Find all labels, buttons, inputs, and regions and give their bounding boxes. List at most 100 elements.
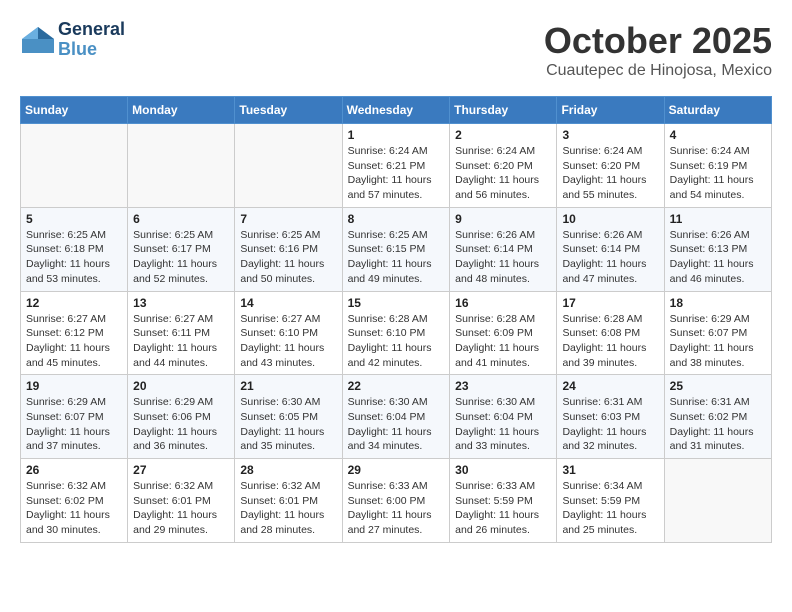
day-number: 31 — [562, 463, 658, 477]
calendar-week-1: 1 Sunrise: 6:24 AM Sunset: 6:21 PM Daylig… — [21, 124, 772, 208]
day-number: 8 — [348, 212, 445, 226]
day-number: 12 — [26, 296, 122, 310]
calendar-week-3: 12 Sunrise: 6:27 AM Sunset: 6:12 PM Dayli… — [21, 291, 772, 375]
day-number: 27 — [133, 463, 229, 477]
day-info: Sunrise: 6:25 AM Sunset: 6:15 PM Dayligh… — [348, 228, 445, 287]
calendar-week-5: 26 Sunrise: 6:32 AM Sunset: 6:02 PM Dayli… — [21, 459, 772, 543]
calendar-cell: 8 Sunrise: 6:25 AM Sunset: 6:15 PM Daylig… — [342, 207, 450, 291]
day-number: 29 — [348, 463, 445, 477]
day-info: Sunrise: 6:29 AM Sunset: 6:07 PM Dayligh… — [26, 395, 122, 454]
calendar-header-saturday: Saturday — [664, 97, 771, 124]
calendar-body: 1 Sunrise: 6:24 AM Sunset: 6:21 PM Daylig… — [21, 124, 772, 543]
calendar-cell: 15 Sunrise: 6:28 AM Sunset: 6:10 PM Dayli… — [342, 291, 450, 375]
calendar-cell: 27 Sunrise: 6:32 AM Sunset: 6:01 PM Dayli… — [128, 459, 235, 543]
day-number: 5 — [26, 212, 122, 226]
logo-text: General Blue — [58, 20, 125, 60]
day-number: 19 — [26, 379, 122, 393]
calendar-cell: 4 Sunrise: 6:24 AM Sunset: 6:19 PM Daylig… — [664, 124, 771, 208]
day-number: 18 — [670, 296, 766, 310]
calendar-cell: 21 Sunrise: 6:30 AM Sunset: 6:05 PM Dayli… — [235, 375, 342, 459]
day-info: Sunrise: 6:24 AM Sunset: 6:20 PM Dayligh… — [562, 144, 658, 203]
day-info: Sunrise: 6:32 AM Sunset: 6:02 PM Dayligh… — [26, 479, 122, 538]
day-number: 26 — [26, 463, 122, 477]
calendar-cell: 19 Sunrise: 6:29 AM Sunset: 6:07 PM Dayli… — [21, 375, 128, 459]
day-info: Sunrise: 6:29 AM Sunset: 6:07 PM Dayligh… — [670, 312, 766, 371]
calendar-cell: 18 Sunrise: 6:29 AM Sunset: 6:07 PM Dayli… — [664, 291, 771, 375]
calendar-cell: 11 Sunrise: 6:26 AM Sunset: 6:13 PM Dayli… — [664, 207, 771, 291]
calendar-cell: 22 Sunrise: 6:30 AM Sunset: 6:04 PM Dayli… — [342, 375, 450, 459]
day-number: 6 — [133, 212, 229, 226]
day-number: 4 — [670, 128, 766, 142]
day-info: Sunrise: 6:26 AM Sunset: 6:13 PM Dayligh… — [670, 228, 766, 287]
day-number: 20 — [133, 379, 229, 393]
day-info: Sunrise: 6:32 AM Sunset: 6:01 PM Dayligh… — [240, 479, 336, 538]
month-title: October 2025 — [544, 20, 772, 62]
calendar-cell: 1 Sunrise: 6:24 AM Sunset: 6:21 PM Daylig… — [342, 124, 450, 208]
day-info: Sunrise: 6:24 AM Sunset: 6:21 PM Dayligh… — [348, 144, 445, 203]
day-info: Sunrise: 6:27 AM Sunset: 6:11 PM Dayligh… — [133, 312, 229, 371]
calendar-header-tuesday: Tuesday — [235, 97, 342, 124]
day-number: 23 — [455, 379, 551, 393]
calendar-cell: 16Sunrise: 6:28 AM Sunset: 6:09 PM Dayli… — [450, 291, 557, 375]
day-info: Sunrise: 6:33 AM Sunset: 5:59 PM Dayligh… — [455, 479, 551, 538]
day-info: Sunrise: 6:30 AM Sunset: 6:05 PM Dayligh… — [240, 395, 336, 454]
calendar-cell: 3 Sunrise: 6:24 AM Sunset: 6:20 PM Daylig… — [557, 124, 664, 208]
day-number: 13 — [133, 296, 229, 310]
day-number: 21 — [240, 379, 336, 393]
calendar-cell: 5 Sunrise: 6:25 AM Sunset: 6:18 PM Daylig… — [21, 207, 128, 291]
day-number: 28 — [240, 463, 336, 477]
day-number: 25 — [670, 379, 766, 393]
day-number: 16 — [455, 296, 551, 310]
day-number: 11 — [670, 212, 766, 226]
day-info: Sunrise: 6:30 AM Sunset: 6:04 PM Dayligh… — [348, 395, 445, 454]
day-info: Sunrise: 6:34 AM Sunset: 5:59 PM Dayligh… — [562, 479, 658, 538]
day-number: 17 — [562, 296, 658, 310]
logo-icon — [20, 25, 56, 55]
day-info: Sunrise: 6:28 AM Sunset: 6:10 PM Dayligh… — [348, 312, 445, 371]
day-number: 15 — [348, 296, 445, 310]
calendar-cell — [235, 124, 342, 208]
calendar-header-wednesday: Wednesday — [342, 97, 450, 124]
calendar: SundayMondayTuesdayWednesdayThursdayFrid… — [20, 96, 772, 543]
calendar-cell: 25 Sunrise: 6:31 AM Sunset: 6:02 PM Dayli… — [664, 375, 771, 459]
calendar-cell: 7Sunrise: 6:25 AM Sunset: 6:16 PM Daylig… — [235, 207, 342, 291]
day-number: 1 — [348, 128, 445, 142]
day-info: Sunrise: 6:32 AM Sunset: 6:01 PM Dayligh… — [133, 479, 229, 538]
day-number: 9 — [455, 212, 551, 226]
day-info: Sunrise: 6:29 AM Sunset: 6:06 PM Dayligh… — [133, 395, 229, 454]
day-info: Sunrise: 6:33 AM Sunset: 6:00 PM Dayligh… — [348, 479, 445, 538]
calendar-cell: 26 Sunrise: 6:32 AM Sunset: 6:02 PM Dayli… — [21, 459, 128, 543]
day-info: Sunrise: 6:27 AM Sunset: 6:10 PM Dayligh… — [240, 312, 336, 371]
day-info: Sunrise: 6:25 AM Sunset: 6:18 PM Dayligh… — [26, 228, 122, 287]
day-info: Sunrise: 6:27 AM Sunset: 6:12 PM Dayligh… — [26, 312, 122, 371]
calendar-cell: 2 Sunrise: 6:24 AM Sunset: 6:20 PM Daylig… — [450, 124, 557, 208]
day-info: Sunrise: 6:24 AM Sunset: 6:20 PM Dayligh… — [455, 144, 551, 203]
day-number: 14 — [240, 296, 336, 310]
calendar-header-friday: Friday — [557, 97, 664, 124]
day-info: Sunrise: 6:26 AM Sunset: 6:14 PM Dayligh… — [455, 228, 551, 287]
day-number: 30 — [455, 463, 551, 477]
day-number: 22 — [348, 379, 445, 393]
calendar-cell — [128, 124, 235, 208]
day-info: Sunrise: 6:25 AM Sunset: 6:17 PM Dayligh… — [133, 228, 229, 287]
day-number: 3 — [562, 128, 658, 142]
calendar-cell: 30 Sunrise: 6:33 AM Sunset: 5:59 PM Dayli… — [450, 459, 557, 543]
calendar-cell — [21, 124, 128, 208]
calendar-cell: 28 Sunrise: 6:32 AM Sunset: 6:01 PM Dayli… — [235, 459, 342, 543]
day-info: Sunrise: 6:26 AM Sunset: 6:14 PM Dayligh… — [562, 228, 658, 287]
day-number: 2 — [455, 128, 551, 142]
calendar-week-4: 19 Sunrise: 6:29 AM Sunset: 6:07 PM Dayli… — [21, 375, 772, 459]
page-header: General Blue October 2025 Cuautepec de H… — [20, 20, 772, 80]
calendar-header-row: SundayMondayTuesdayWednesdayThursdayFrid… — [21, 97, 772, 124]
day-info: Sunrise: 6:31 AM Sunset: 6:03 PM Dayligh… — [562, 395, 658, 454]
logo: General Blue — [20, 20, 125, 60]
day-number: 24 — [562, 379, 658, 393]
calendar-cell: 9 Sunrise: 6:26 AM Sunset: 6:14 PM Daylig… — [450, 207, 557, 291]
day-info: Sunrise: 6:25 AM Sunset: 6:16 PM Dayligh… — [240, 228, 336, 287]
day-info: Sunrise: 6:24 AM Sunset: 6:19 PM Dayligh… — [670, 144, 766, 203]
title-block: October 2025 Cuautepec de Hinojosa, Mexi… — [544, 20, 772, 80]
day-info: Sunrise: 6:31 AM Sunset: 6:02 PM Dayligh… — [670, 395, 766, 454]
location-title: Cuautepec de Hinojosa, Mexico — [544, 62, 772, 80]
calendar-cell: 20 Sunrise: 6:29 AM Sunset: 6:06 PM Dayli… — [128, 375, 235, 459]
day-info: Sunrise: 6:28 AM Sunset: 6:08 PM Dayligh… — [562, 312, 658, 371]
